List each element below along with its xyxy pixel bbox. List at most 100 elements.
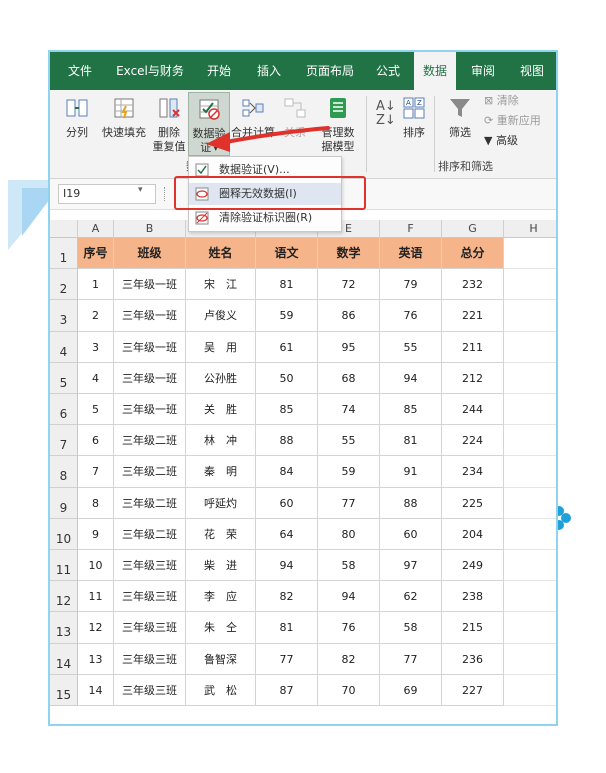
table-cell[interactable]: 三年级二班 [114,518,186,550]
table-cell[interactable]: 9 [78,518,114,550]
table-cell[interactable]: 13 [78,643,114,675]
empty-cell[interactable] [504,269,556,301]
table-cell[interactable]: 81 [256,612,318,644]
table-cell[interactable]: 宋 江 [186,269,256,301]
row-header[interactable]: 14 [50,643,78,675]
table-cell[interactable]: 86 [318,300,380,332]
table-cell[interactable]: 55 [318,425,380,457]
empty-cell[interactable] [504,488,556,519]
table-cell[interactable]: 李 应 [186,581,256,613]
row-header[interactable]: 4 [50,331,78,363]
table-cell[interactable]: 234 [442,456,504,488]
table-cell[interactable]: 2 [78,300,114,332]
table-cell[interactable]: 77 [380,643,442,675]
table-cell[interactable]: 64 [256,518,318,550]
table-cell[interactable]: 76 [380,300,442,332]
table-cell[interactable]: 68 [318,362,380,394]
table-cell[interactable]: 84 [256,456,318,488]
table-cell[interactable]: 236 [442,643,504,675]
table-cell[interactable]: 225 [442,487,504,519]
column-header-B[interactable]: B [114,220,186,238]
table-cell[interactable]: 81 [256,269,318,301]
table-cell[interactable]: 三年级一班 [114,394,186,426]
table-cell[interactable]: 238 [442,581,504,613]
select-all-corner[interactable] [50,220,78,238]
table-cell[interactable]: 215 [442,612,504,644]
table-cell[interactable]: 6 [78,425,114,457]
table-cell[interactable]: 朱 仝 [186,612,256,644]
table-cell[interactable]: 三年级三班 [114,550,186,582]
column-header-H[interactable]: H [504,220,556,238]
table-cell[interactable]: 61 [256,331,318,363]
table-cell[interactable]: 72 [318,269,380,301]
table-cell[interactable]: 77 [318,487,380,519]
row-header[interactable]: 3 [50,300,78,332]
table-cell[interactable]: 60 [256,487,318,519]
table-header-cell[interactable]: 数学 [318,238,380,270]
table-cell[interactable]: 94 [256,550,318,582]
tab-view[interactable]: 视图 [510,52,554,90]
row-header[interactable]: 1 [50,238,78,270]
table-cell[interactable]: 69 [380,674,442,706]
row-header[interactable]: 12 [50,581,78,613]
row-header[interactable]: 13 [50,612,78,644]
table-cell[interactable]: 249 [442,550,504,582]
table-cell[interactable]: 11 [78,581,114,613]
tab-review[interactable]: 审阅 [462,52,504,90]
table-cell[interactable]: 58 [380,612,442,644]
table-cell[interactable]: 三年级二班 [114,487,186,519]
row-header[interactable]: 5 [50,362,78,394]
table-cell[interactable]: 59 [318,456,380,488]
table-cell[interactable]: 1 [78,269,114,301]
row-header[interactable]: 6 [50,394,78,426]
table-cell[interactable]: 三年级一班 [114,362,186,394]
row-header[interactable]: 7 [50,425,78,457]
table-cell[interactable]: 鲁智深 [186,643,256,675]
flash-fill-button[interactable]: 快速填充 [98,96,150,140]
table-cell[interactable]: 87 [256,674,318,706]
table-cell[interactable]: 62 [380,581,442,613]
sort-button[interactable]: AZ 排序 [398,96,430,140]
menu-item-clear-validation-circles[interactable]: 清除验证标识圈(R) [189,207,341,229]
table-cell[interactable]: 三年级三班 [114,643,186,675]
table-cell[interactable]: 79 [380,269,442,301]
table-cell[interactable]: 88 [380,487,442,519]
table-cell[interactable]: 70 [318,674,380,706]
table-cell[interactable]: 221 [442,300,504,332]
empty-cell[interactable] [504,238,556,270]
empty-cell[interactable] [504,300,556,332]
table-cell[interactable]: 88 [256,425,318,457]
table-cell[interactable]: 三年级三班 [114,581,186,613]
table-cell[interactable]: 三年级二班 [114,425,186,457]
table-cell[interactable]: 关 胜 [186,394,256,426]
table-cell[interactable]: 4 [78,362,114,394]
table-cell[interactable]: 卢俊义 [186,300,256,332]
table-cell[interactable]: 呼延灼 [186,487,256,519]
filter-button[interactable]: 筛选 [444,96,476,140]
table-cell[interactable]: 三年级三班 [114,612,186,644]
empty-cell[interactable] [504,550,556,582]
table-cell[interactable]: 花 荣 [186,518,256,550]
table-cell[interactable]: 74 [318,394,380,426]
empty-cell[interactable] [504,644,556,675]
tab-data[interactable]: 数据 [414,52,456,90]
table-cell[interactable]: 94 [318,581,380,613]
split-button[interactable]: 分列 [60,96,94,140]
table-cell[interactable]: 林 冲 [186,425,256,457]
table-cell[interactable]: 77 [256,643,318,675]
table-cell[interactable]: 80 [318,518,380,550]
column-header-G[interactable]: G [442,220,504,238]
table-header-cell[interactable]: 英语 [380,238,442,270]
sort-az-icon[interactable]: A↓ Z↓ [376,100,396,128]
table-cell[interactable]: 12 [78,612,114,644]
table-cell[interactable]: 14 [78,674,114,706]
table-header-cell[interactable]: 总分 [442,238,504,270]
table-cell[interactable]: 82 [256,581,318,613]
table-cell[interactable]: 公孙胜 [186,362,256,394]
table-cell[interactable]: 94 [380,362,442,394]
row-header[interactable]: 9 [50,487,78,519]
table-cell[interactable]: 秦 明 [186,456,256,488]
table-cell[interactable]: 97 [380,550,442,582]
table-cell[interactable]: 95 [318,331,380,363]
tab-insert[interactable]: 插入 [248,52,290,90]
